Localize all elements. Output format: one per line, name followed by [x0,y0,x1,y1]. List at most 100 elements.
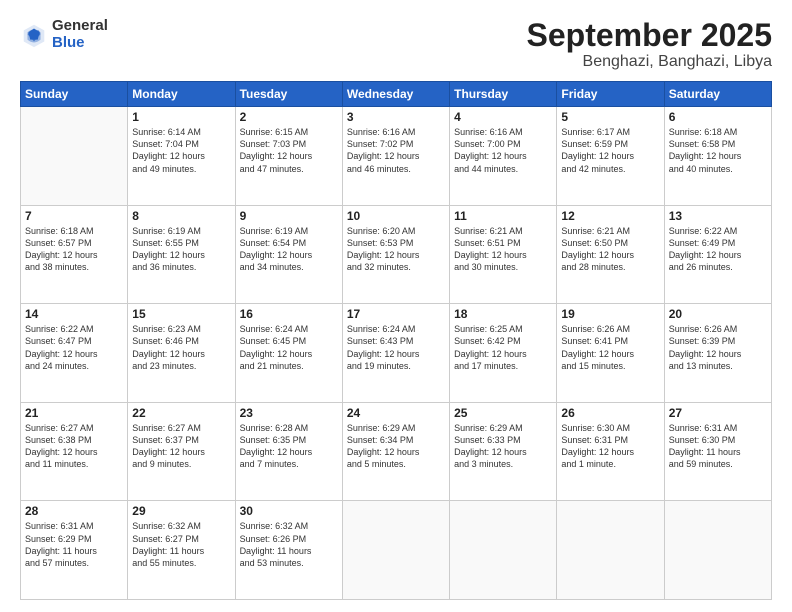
day-number: 9 [240,209,338,223]
day-info: Sunrise: 6:31 AMSunset: 6:29 PMDaylight:… [25,520,123,569]
day-info: Sunrise: 6:22 AMSunset: 6:49 PMDaylight:… [669,225,767,274]
day-number: 13 [669,209,767,223]
table-row: 15 Sunrise: 6:23 AMSunset: 6:46 PMDayligh… [128,304,235,403]
day-info: Sunrise: 6:28 AMSunset: 6:35 PMDaylight:… [240,422,338,471]
day-number: 28 [25,504,123,518]
calendar-row-2: 7Sunrise: 6:18 AMSunset: 6:57 PMDaylight… [21,205,772,304]
day-info: Sunrise: 6:29 AMSunset: 6:33 PMDaylight:… [454,422,552,471]
day-info: Sunrise: 6:16 AMSunset: 7:00 PMDaylight:… [454,126,552,175]
table-row: 25 Sunrise: 6:29 AMSunset: 6:33 PMDayligh… [450,402,557,501]
day-number: 2 [240,110,338,124]
calendar-table: Sunday Monday Tuesday Wednesday Thursday… [20,81,772,600]
day-info: Sunrise: 6:18 AMSunset: 6:57 PMDaylight:… [25,225,123,274]
col-tuesday: Tuesday [235,82,342,107]
day-info: Sunrise: 6:27 AMSunset: 6:38 PMDaylight:… [25,422,123,471]
day-number: 24 [347,406,445,420]
day-number: 22 [132,406,230,420]
col-monday: Monday [128,82,235,107]
table-row: 11Sunrise: 6:21 AMSunset: 6:51 PMDayligh… [450,205,557,304]
col-sunday: Sunday [21,82,128,107]
table-row: 14 Sunrise: 6:22 AMSunset: 6:47 PMDayligh… [21,304,128,403]
day-info: Sunrise: 6:27 AMSunset: 6:37 PMDaylight:… [132,422,230,471]
day-number: 19 [561,307,659,321]
day-number: 20 [669,307,767,321]
day-number: 30 [240,504,338,518]
logo-general-text: General [52,18,108,35]
day-info: Sunrise: 6:19 AMSunset: 6:55 PMDaylight:… [132,225,230,274]
table-row: 27 Sunrise: 6:31 AMSunset: 6:30 PMDayligh… [664,402,771,501]
table-row [450,501,557,600]
day-info: Sunrise: 6:14 AMSunset: 7:04 PMDaylight:… [132,126,230,175]
day-number: 17 [347,307,445,321]
day-number: 27 [669,406,767,420]
logo-text: General Blue [52,18,108,51]
day-info: Sunrise: 6:17 AMSunset: 6:59 PMDaylight:… [561,126,659,175]
day-info: Sunrise: 6:26 AMSunset: 6:41 PMDaylight:… [561,323,659,372]
table-row: 1 Sunrise: 6:14 AMSunset: 7:04 PMDaylight… [128,107,235,206]
day-number: 26 [561,406,659,420]
table-row: 20 Sunrise: 6:26 AMSunset: 6:39 PMDayligh… [664,304,771,403]
day-info: Sunrise: 6:29 AMSunset: 6:34 PMDaylight:… [347,422,445,471]
table-row: 18Sunrise: 6:25 AMSunset: 6:42 PMDayligh… [450,304,557,403]
day-number: 12 [561,209,659,223]
table-row: 9 Sunrise: 6:19 AMSunset: 6:54 PMDaylight… [235,205,342,304]
table-row: 24 Sunrise: 6:29 AMSunset: 6:34 PMDayligh… [342,402,449,501]
calendar-header-row: Sunday Monday Tuesday Wednesday Thursday… [21,82,772,107]
day-info: Sunrise: 6:32 AMSunset: 6:27 PMDaylight:… [132,520,230,569]
day-info: Sunrise: 6:16 AMSunset: 7:02 PMDaylight:… [347,126,445,175]
title-location: Benghazi, Banghazi, Libya [527,53,772,71]
col-thursday: Thursday [450,82,557,107]
calendar-row-4: 21Sunrise: 6:27 AMSunset: 6:38 PMDayligh… [21,402,772,501]
header: General Blue September 2025 Benghazi, Ba… [20,18,772,71]
page: General Blue September 2025 Benghazi, Ba… [0,0,792,612]
day-info: Sunrise: 6:21 AMSunset: 6:50 PMDaylight:… [561,225,659,274]
calendar-row-5: 28 Sunrise: 6:31 AMSunset: 6:29 PMDayligh… [21,501,772,600]
table-row: 22 Sunrise: 6:27 AMSunset: 6:37 PMDayligh… [128,402,235,501]
day-number: 3 [347,110,445,124]
table-row: 2 Sunrise: 6:15 AMSunset: 7:03 PMDaylight… [235,107,342,206]
table-row [557,501,664,600]
day-number: 6 [669,110,767,124]
day-number: 15 [132,307,230,321]
day-number: 25 [454,406,552,420]
table-row: 28 Sunrise: 6:31 AMSunset: 6:29 PMDayligh… [21,501,128,600]
table-row: 7Sunrise: 6:18 AMSunset: 6:57 PMDaylight… [21,205,128,304]
title-month: September 2025 [527,18,772,53]
table-row: 13 Sunrise: 6:22 AMSunset: 6:49 PMDayligh… [664,205,771,304]
logo: General Blue [20,18,108,51]
day-info: Sunrise: 6:18 AMSunset: 6:58 PMDaylight:… [669,126,767,175]
day-number: 10 [347,209,445,223]
day-number: 16 [240,307,338,321]
table-row: 8Sunrise: 6:19 AMSunset: 6:55 PMDaylight… [128,205,235,304]
table-row [21,107,128,206]
table-row: 3 Sunrise: 6:16 AMSunset: 7:02 PMDaylight… [342,107,449,206]
day-info: Sunrise: 6:26 AMSunset: 6:39 PMDaylight:… [669,323,767,372]
day-number: 14 [25,307,123,321]
table-row: 26Sunrise: 6:30 AMSunset: 6:31 PMDayligh… [557,402,664,501]
day-info: Sunrise: 6:31 AMSunset: 6:30 PMDaylight:… [669,422,767,471]
day-number: 1 [132,110,230,124]
table-row: 12 Sunrise: 6:21 AMSunset: 6:50 PMDayligh… [557,205,664,304]
col-wednesday: Wednesday [342,82,449,107]
day-info: Sunrise: 6:15 AMSunset: 7:03 PMDaylight:… [240,126,338,175]
day-info: Sunrise: 6:23 AMSunset: 6:46 PMDaylight:… [132,323,230,372]
col-saturday: Saturday [664,82,771,107]
table-row: 16 Sunrise: 6:24 AMSunset: 6:45 PMDayligh… [235,304,342,403]
day-info: Sunrise: 6:21 AMSunset: 6:51 PMDaylight:… [454,225,552,274]
table-row: 6 Sunrise: 6:18 AMSunset: 6:58 PMDaylight… [664,107,771,206]
day-info: Sunrise: 6:25 AMSunset: 6:42 PMDaylight:… [454,323,552,372]
logo-blue-text: Blue [52,35,108,52]
table-row: 5Sunrise: 6:17 AMSunset: 6:59 PMDaylight… [557,107,664,206]
calendar-row-3: 14 Sunrise: 6:22 AMSunset: 6:47 PMDayligh… [21,304,772,403]
logo-icon [20,21,48,49]
day-number: 4 [454,110,552,124]
table-row: 17Sunrise: 6:24 AMSunset: 6:43 PMDayligh… [342,304,449,403]
day-info: Sunrise: 6:24 AMSunset: 6:45 PMDaylight:… [240,323,338,372]
day-info: Sunrise: 6:19 AMSunset: 6:54 PMDaylight:… [240,225,338,274]
col-friday: Friday [557,82,664,107]
table-row [664,501,771,600]
table-row: 4 Sunrise: 6:16 AMSunset: 7:00 PMDaylight… [450,107,557,206]
title-block: September 2025 Benghazi, Banghazi, Libya [527,18,772,71]
day-number: 23 [240,406,338,420]
day-info: Sunrise: 6:22 AMSunset: 6:47 PMDaylight:… [25,323,123,372]
